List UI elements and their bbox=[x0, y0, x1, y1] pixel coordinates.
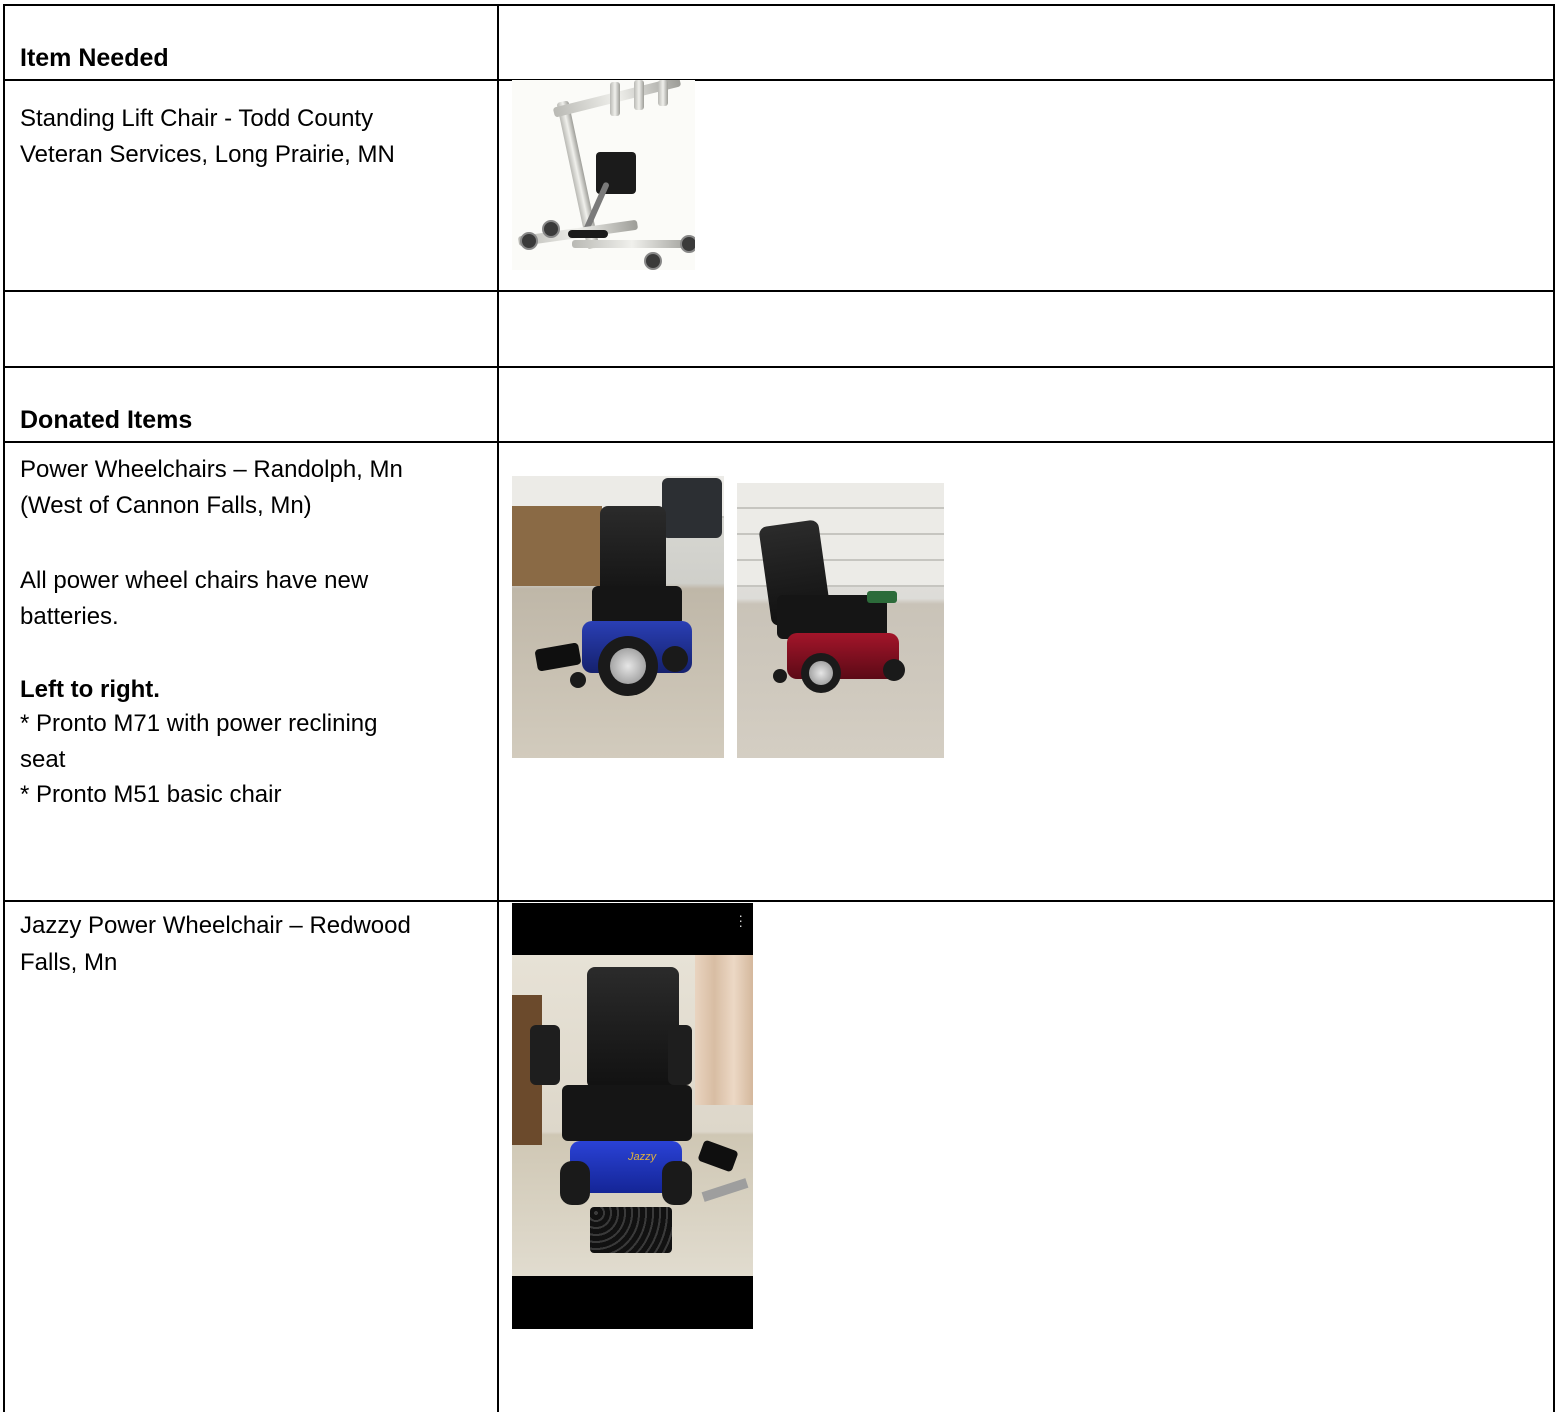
donated-2-line-1: Jazzy Power Wheelchair – Redwood bbox=[20, 912, 411, 939]
row-divider-4 bbox=[3, 441, 1555, 443]
table-column-divider bbox=[497, 4, 499, 1412]
donated-2-line-2: Falls, Mn bbox=[20, 949, 118, 976]
donated-1-line-1: Power Wheelchairs – Randolph, Mn bbox=[20, 456, 403, 483]
pronto-m51-photo bbox=[737, 483, 944, 758]
pronto-m71-photo bbox=[512, 476, 724, 758]
jazzy-wheelchair-photo: · · · Jazzy bbox=[512, 903, 753, 1329]
donated-1-list-line-3: * Pronto M51 basic chair bbox=[20, 781, 282, 808]
donated-1-line-4: All power wheel chairs have new bbox=[20, 567, 369, 594]
standing-lift-photo bbox=[512, 80, 695, 270]
donated-1-line-5: batteries. bbox=[20, 603, 119, 630]
more-options-icon: · · · bbox=[738, 907, 743, 933]
jazzy-logo: Jazzy bbox=[628, 1151, 657, 1163]
row-divider-3 bbox=[3, 366, 1555, 368]
needed-item-description-line1: Standing Lift Chair - Todd County bbox=[20, 105, 374, 132]
donated-1-list-line-1: * Pronto M71 with power reclining bbox=[20, 710, 378, 737]
donated-1-list-line-2: seat bbox=[20, 746, 66, 773]
donated-1-subheading: Left to right. bbox=[20, 676, 160, 703]
needed-item-description-line2: Veteran Services, Long Prairie, MN bbox=[20, 141, 395, 168]
table-border-left bbox=[3, 4, 5, 1412]
heading-item-needed: Item Needed bbox=[20, 44, 169, 72]
row-divider-5 bbox=[3, 900, 1555, 902]
row-divider-2 bbox=[3, 290, 1555, 292]
donated-1-line-2: (West of Cannon Falls, Mn) bbox=[20, 492, 312, 519]
table-border-top bbox=[3, 4, 1555, 6]
heading-donated-items: Donated Items bbox=[20, 406, 193, 434]
row-divider-1 bbox=[3, 79, 1555, 81]
